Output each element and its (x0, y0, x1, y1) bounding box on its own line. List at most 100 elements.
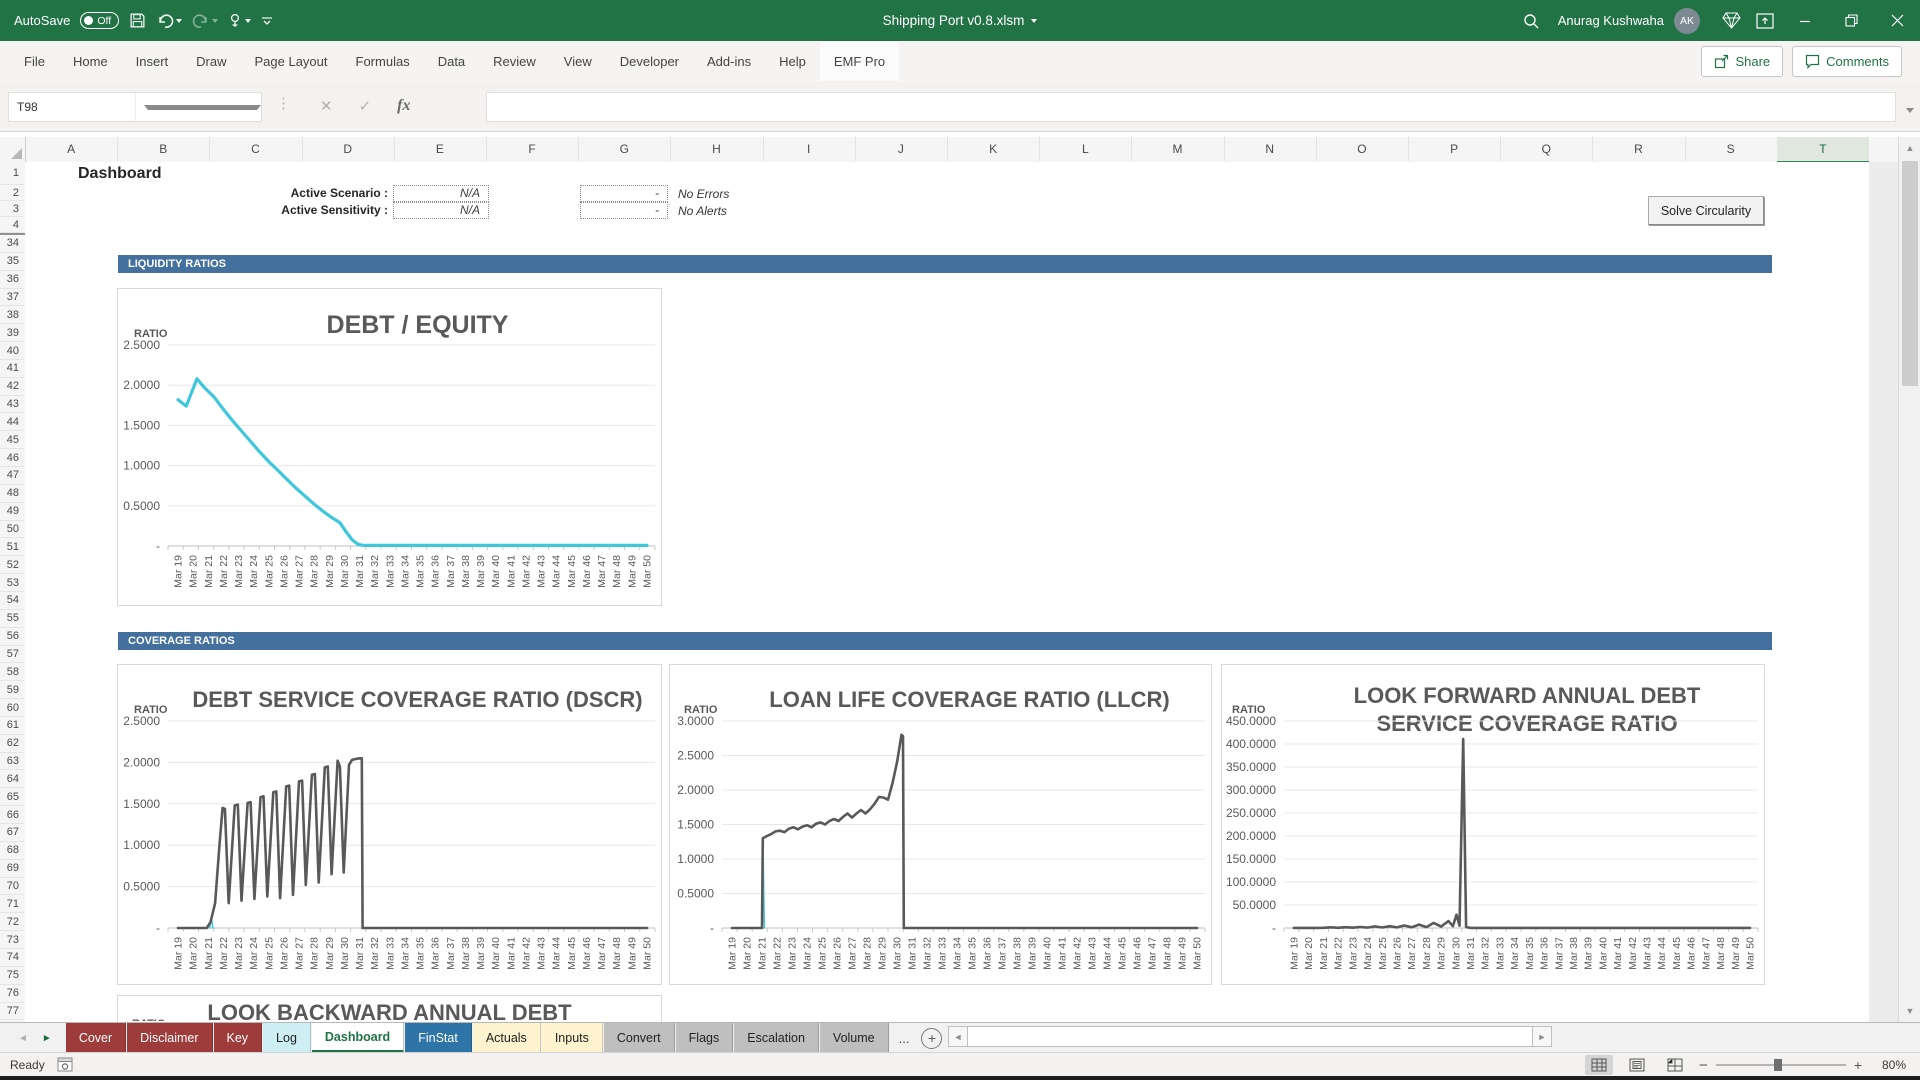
scroll-left-icon[interactable]: ◄ (948, 1026, 968, 1047)
column-header-partial[interactable] (1869, 137, 1898, 162)
row-number-3[interactable]: 3 (0, 201, 24, 217)
share-button[interactable]: Share (1701, 46, 1783, 77)
column-header-F[interactable]: F (486, 137, 579, 161)
cancel-entry-icon[interactable]: ✕ (320, 97, 333, 115)
ribbon-tab-home[interactable]: Home (59, 41, 122, 81)
expand-formula-bar-icon[interactable] (1906, 100, 1914, 118)
autosave-toggle[interactable]: Off (80, 12, 119, 29)
redo-dropdown-icon[interactable] (212, 19, 218, 23)
redo-button[interactable] (192, 13, 218, 29)
row-number-68[interactable]: 68 (0, 842, 24, 860)
name-box[interactable]: T98 (8, 92, 262, 122)
touch-mode-dropdown-icon[interactable] (245, 19, 251, 23)
row-number-53[interactable]: 53 (0, 574, 24, 592)
column-header-I[interactable]: I (763, 137, 856, 161)
row-number-39[interactable]: 39 (0, 324, 24, 342)
macro-record-icon[interactable] (57, 1057, 73, 1075)
row-number-60[interactable]: 60 (0, 699, 24, 717)
vertical-scrollbar-thumb[interactable] (1902, 161, 1918, 386)
search-icon[interactable] (1514, 0, 1548, 41)
column-header-C[interactable]: C (209, 137, 302, 161)
confirm-entry-icon[interactable]: ✓ (359, 97, 372, 115)
row-number-77[interactable]: 77 (0, 1003, 24, 1021)
sheet-tab-flags[interactable]: Flags (676, 1023, 734, 1053)
horizontal-scrollbar[interactable]: ◄ ► (948, 1026, 1552, 1047)
row-number-57[interactable]: 57 (0, 646, 24, 664)
row-number-72[interactable]: 72 (0, 913, 24, 931)
row-number-44[interactable]: 44 (0, 414, 24, 432)
chart-debt-equity[interactable]: DEBT / EQUITYRATIO2.50002.00001.50001.00… (117, 288, 662, 606)
row-number-51[interactable]: 51 (0, 538, 24, 556)
column-header-Q[interactable]: Q (1500, 137, 1593, 161)
row-number-75[interactable]: 75 (0, 967, 24, 985)
row-number-63[interactable]: 63 (0, 753, 24, 771)
sheet-tab-actuals[interactable]: Actuals (473, 1023, 541, 1053)
row-number-40[interactable]: 40 (0, 342, 24, 360)
chart-dscr[interactable]: DEBT SERVICE COVERAGE RATIO (DSCR)RATIO2… (117, 664, 662, 985)
column-header-J[interactable]: J (855, 137, 948, 161)
column-header-L[interactable]: L (1039, 137, 1132, 161)
touch-mouse-mode-button[interactable] (228, 13, 251, 29)
ribbon-display-options-icon[interactable] (1748, 0, 1782, 41)
row-number-73[interactable]: 73 (0, 931, 24, 949)
comments-button[interactable]: Comments (1792, 46, 1902, 77)
row-number-37[interactable]: 37 (0, 289, 24, 307)
customize-qat-button[interactable] (261, 15, 273, 27)
new-sheet-button[interactable]: + (921, 1028, 942, 1049)
vertical-scrollbar[interactable]: ▲ ▼ (1898, 137, 1920, 1022)
horizontal-scrollbar-thumb[interactable] (968, 1026, 1532, 1047)
select-all-corner[interactable] (0, 137, 26, 162)
row-number-2[interactable]: 2 (0, 185, 24, 201)
column-header-O[interactable]: O (1316, 137, 1409, 161)
insert-function-icon[interactable]: fx (397, 97, 410, 115)
row-number-64[interactable]: 64 (0, 771, 24, 789)
user-name[interactable]: Anurag Kushwaha (1558, 13, 1664, 28)
row-number-49[interactable]: 49 (0, 503, 24, 521)
user-avatar[interactable]: AK (1674, 8, 1700, 34)
active-sensitivity-value[interactable]: N/A (393, 202, 489, 219)
sheet-tab-cover[interactable]: Cover (66, 1023, 126, 1053)
ribbon-tab-file[interactable]: File (10, 41, 59, 81)
column-header-P[interactable]: P (1408, 137, 1501, 161)
scroll-down-icon[interactable]: ▼ (1899, 1000, 1920, 1022)
ribbon-tab-view[interactable]: View (550, 41, 606, 81)
row-number-48[interactable]: 48 (0, 485, 24, 503)
sheet-tab-log[interactable]: Log (263, 1023, 311, 1053)
row-number-42[interactable]: 42 (0, 378, 24, 396)
ribbon-tab-insert[interactable]: Insert (122, 41, 183, 81)
column-header-M[interactable]: M (1131, 137, 1224, 161)
row-number-62[interactable]: 62 (0, 735, 24, 753)
normal-view-icon[interactable] (1585, 1055, 1613, 1075)
restore-button[interactable] (1828, 0, 1874, 41)
row-number-61[interactable]: 61 (0, 717, 24, 735)
row-number-45[interactable]: 45 (0, 431, 24, 449)
sheet-tab-dashboard[interactable]: Dashboard (312, 1023, 404, 1053)
minimize-button[interactable] (1782, 0, 1828, 41)
sheet-tab-volume[interactable]: Volume (820, 1023, 889, 1053)
column-header-E[interactable]: E (394, 137, 487, 161)
row-number-67[interactable]: 67 (0, 824, 24, 842)
scroll-up-icon[interactable]: ▲ (1899, 137, 1920, 159)
tab-scroll-left-icon[interactable]: ◄ (18, 1033, 28, 1044)
column-header-S[interactable]: S (1685, 137, 1778, 161)
row-number-70[interactable]: 70 (0, 878, 24, 896)
row-number-54[interactable]: 54 (0, 592, 24, 610)
column-header-A[interactable]: A (25, 137, 118, 161)
zoom-out-icon[interactable]: − (1699, 1057, 1708, 1074)
sheet-tab-finstat[interactable]: FinStat (405, 1023, 472, 1053)
row-number-59[interactable]: 59 (0, 681, 24, 699)
save-button[interactable] (129, 12, 146, 29)
ribbon-tab-emf-pro[interactable]: EMF Pro (820, 41, 899, 81)
chart-llcr[interactable]: LOAN LIFE COVERAGE RATIO (LLCR)RATIO3.00… (669, 664, 1212, 985)
sheet-title-cell[interactable]: Dashboard (78, 162, 162, 185)
row-number-47[interactable]: 47 (0, 467, 24, 485)
ribbon-tab-formulas[interactable]: Formulas (342, 41, 424, 81)
ribbon-tab-draw[interactable]: Draw (182, 41, 240, 81)
alerts-count-box[interactable]: - (580, 202, 668, 219)
page-layout-view-icon[interactable] (1623, 1055, 1651, 1075)
sheet-tab-disclaimer[interactable]: Disclaimer (127, 1023, 212, 1053)
column-header-G[interactable]: G (578, 137, 671, 161)
solve-circularity-button[interactable]: Solve Circularity (1648, 196, 1764, 225)
row-number-36[interactable]: 36 (0, 271, 24, 289)
sheet-tab-inputs[interactable]: Inputs (542, 1023, 603, 1053)
